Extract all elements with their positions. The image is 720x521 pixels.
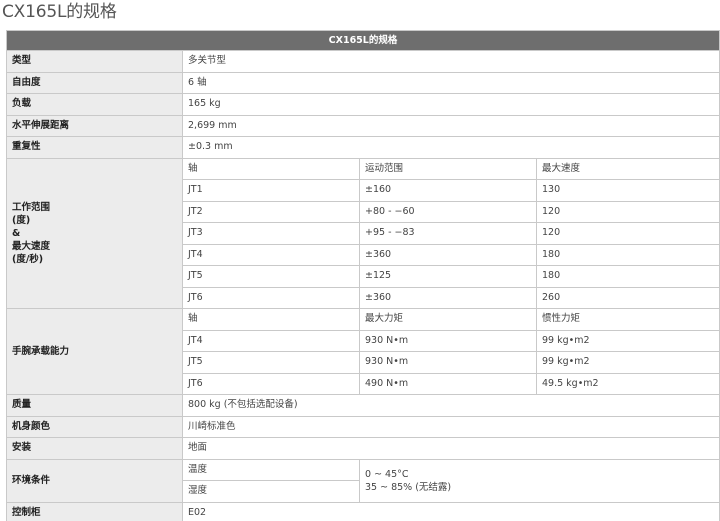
table-row: 水平伸展距离 2,699 mm: [6, 114, 720, 137]
wrist-label: 手腕承载能力: [6, 308, 183, 395]
wrist-axis: JT6: [182, 372, 360, 395]
motion-label: 工作范围 (度) & 最大速度 (度/秒): [6, 157, 183, 309]
row-value-type: 多关节型: [182, 50, 720, 73]
wrist-torque: 930 N•m: [359, 329, 537, 352]
env-temp-value: 0 ~ 45°C: [365, 468, 409, 480]
env-humidity-value: 35 ~ 85% (无结露): [365, 481, 452, 493]
motion-axis: JT1: [182, 179, 360, 202]
wrist-inertia: 99 kg•m2: [536, 351, 720, 374]
env-label: 环境条件: [6, 458, 183, 503]
wrist-inertia: 49.5 kg•m2: [536, 372, 720, 395]
motion-range: +80 - −60: [359, 200, 537, 223]
row-label-dof: 自由度: [6, 71, 183, 94]
wrist-header-inertia: 惯性力矩: [536, 308, 720, 331]
motion-label-line: 工作范围: [12, 201, 51, 213]
env-values: 0 ~ 45°C 35 ~ 85% (无结露): [359, 458, 720, 503]
table-row: 负载 165 kg: [6, 93, 720, 116]
motion-speed: 180: [536, 265, 720, 288]
motion-label-line: &: [12, 227, 21, 239]
wrist-header-axis: 轴: [182, 308, 360, 331]
table-row: 类型 多关节型: [6, 50, 720, 73]
motion-axis: JT4: [182, 243, 360, 266]
motion-speed: 180: [536, 243, 720, 266]
row-value-color: 川崎标准色: [182, 415, 720, 438]
row-label-payload: 负载: [6, 93, 183, 116]
row-label-install: 安装: [6, 437, 183, 460]
row-value-controller: E02: [182, 501, 720, 521]
motion-label-line: (度/秒): [12, 253, 44, 265]
motion-speed: 260: [536, 286, 720, 309]
motion-range: ±160: [359, 179, 537, 202]
table-row: 工作范围 (度) & 最大速度 (度/秒) 轴 运动范围 最大速度: [6, 157, 720, 309]
motion-axis: JT3: [182, 222, 360, 245]
row-label-mass: 质量: [6, 394, 183, 417]
row-label-type: 类型: [6, 50, 183, 73]
wrist-axis: JT5: [182, 351, 360, 374]
wrist-inertia: 99 kg•m2: [536, 329, 720, 352]
wrist-axis: JT4: [182, 329, 360, 352]
row-value-install: 地面: [182, 437, 720, 460]
table-header: CX165L的规格: [6, 30, 720, 51]
motion-range: ±360: [359, 243, 537, 266]
table-row: 控制柜 E02: [6, 501, 720, 521]
motion-axis: JT5: [182, 265, 360, 288]
env-temp-label: 温度: [182, 458, 360, 481]
wrist-header-torque: 最大力矩: [359, 308, 537, 331]
motion-speed: 130: [536, 179, 720, 202]
motion-label-line: 最大速度: [12, 240, 51, 252]
motion-label-line: (度): [12, 214, 31, 226]
row-value-payload: 165 kg: [182, 93, 720, 116]
page-title: CX165L的规格: [2, 2, 117, 22]
wrist-torque: 930 N•m: [359, 351, 537, 374]
row-value-repeat: ±0.3 mm: [182, 136, 720, 159]
row-value-dof: 6 轴: [182, 71, 720, 94]
table-row: 手腕承载能力 轴 最大力矩 惯性力矩: [6, 308, 720, 395]
motion-header-speed: 最大速度: [536, 157, 720, 180]
table-row: 安装 地面: [6, 437, 720, 460]
table-row: 环境条件 温度 0 ~ 45°C 35 ~ 85% (无结露): [6, 458, 720, 503]
table-row: 机身颜色 川崎标准色: [6, 415, 720, 438]
env-humidity-label: 湿度: [182, 480, 360, 503]
motion-range: ±125: [359, 265, 537, 288]
motion-axis: JT6: [182, 286, 360, 309]
table-header-row: CX165L的规格: [6, 30, 720, 51]
table-row: 重复性 ±0.3 mm: [6, 136, 720, 159]
row-label-controller: 控制柜: [6, 501, 183, 521]
table-row: 质量 800 kg (不包括选配设备): [6, 394, 720, 417]
table-row: 自由度 6 轴: [6, 71, 720, 94]
wrist-torque: 490 N•m: [359, 372, 537, 395]
row-label-repeat: 重复性: [6, 136, 183, 159]
motion-speed: 120: [536, 222, 720, 245]
row-label-reach: 水平伸展距离: [6, 114, 183, 137]
row-value-reach: 2,699 mm: [182, 114, 720, 137]
motion-range: +95 - −83: [359, 222, 537, 245]
motion-header-range: 运动范围: [359, 157, 537, 180]
motion-range: ±360: [359, 286, 537, 309]
motion-speed: 120: [536, 200, 720, 223]
motion-axis: JT2: [182, 200, 360, 223]
row-label-color: 机身颜色: [6, 415, 183, 438]
row-value-mass: 800 kg (不包括选配设备): [182, 394, 720, 417]
spec-table: CX165L的规格 类型 多关节型 自由度 6 轴 负载 165 kg 水平伸展…: [6, 30, 720, 521]
motion-header-axis: 轴: [182, 157, 360, 180]
